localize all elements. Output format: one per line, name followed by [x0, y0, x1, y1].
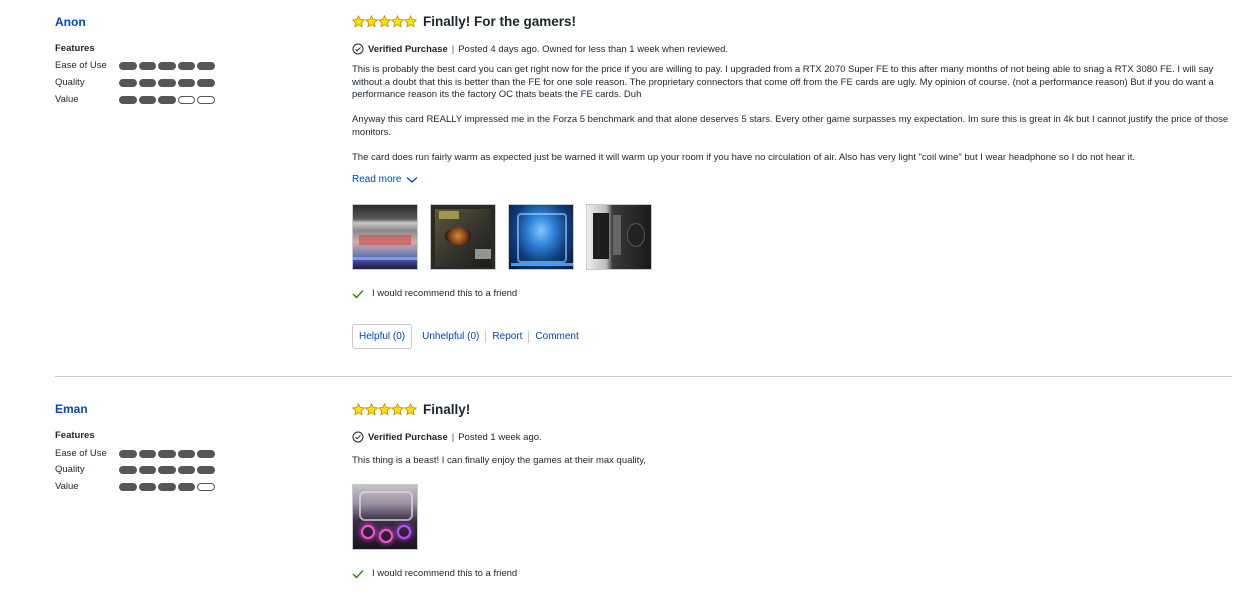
checkmark-icon: [352, 289, 364, 299]
star-icon: [404, 403, 417, 416]
read-more-link[interactable]: Read more: [352, 174, 418, 185]
reviewer-name[interactable]: Eman: [55, 402, 88, 416]
star-rating: [352, 15, 417, 28]
rating-bar: [119, 483, 215, 491]
review-paragraph: This is probably the best card you can g…: [352, 64, 1214, 100]
rating-bar: [119, 450, 215, 458]
review-photos: [352, 204, 652, 270]
check-circle-icon: [352, 431, 364, 443]
rating-bar: [119, 466, 215, 474]
review-paragraph: Anyway this card REALLY impressed me in …: [352, 114, 1229, 138]
review-actions: Helpful (0) Unhelpful (0) Report Comment: [352, 324, 585, 349]
review-heading: Finally!: [352, 402, 470, 417]
star-icon: [365, 403, 378, 416]
feature-rating-ease-of-use: Ease of Use: [55, 60, 225, 72]
comment-button[interactable]: Comment: [529, 331, 584, 342]
verified-purchase-label: Verified Purchase: [368, 431, 448, 443]
star-icon: [378, 15, 391, 28]
helpful-button[interactable]: Helpful (0): [352, 324, 413, 349]
report-button[interactable]: Report: [486, 331, 528, 342]
star-icon: [391, 403, 404, 416]
star-icon: [352, 403, 365, 416]
star-rating: [352, 403, 417, 416]
review-photo[interactable]: [430, 204, 496, 270]
meta-separator: |: [451, 43, 455, 55]
review-photos: [352, 484, 418, 550]
feature-label: Value: [55, 481, 79, 492]
review-body: This thing is a beast! I can finally enj…: [352, 455, 1232, 480]
feature-rating-quality: Quality: [55, 464, 225, 476]
reviewer-name[interactable]: Anon: [55, 15, 86, 29]
review-title: Finally!: [423, 402, 471, 417]
unhelpful-button[interactable]: Unhelpful (0): [416, 331, 485, 342]
chevron-down-icon: [407, 176, 418, 183]
review-divider: [55, 376, 1232, 377]
features-heading: Features: [55, 43, 95, 54]
features-heading: Features: [55, 430, 95, 441]
recommend-text: I would recommend this to a friend: [372, 568, 518, 579]
review-heading: Finally! For the gamers!: [352, 14, 576, 29]
recommendation: I would recommend this to a friend: [352, 288, 517, 299]
recommendation: I would recommend this to a friend: [352, 568, 517, 579]
review-title: Finally! For the gamers!: [423, 14, 577, 29]
read-more-label: Read more: [352, 174, 402, 185]
feature-rating-quality: Quality: [55, 77, 225, 89]
review-card: Anon Features Ease of Use Quality Value …: [0, 0, 1259, 377]
review-photo[interactable]: [508, 204, 574, 270]
checkmark-icon: [352, 569, 364, 579]
review-body: This is probably the best card you can g…: [352, 64, 1232, 172]
star-icon: [404, 15, 417, 28]
feature-label: Value: [55, 94, 79, 105]
recommend-text: I would recommend this to a friend: [372, 288, 518, 299]
review-meta: Verified Purchase | Posted 1 week ago.: [352, 431, 542, 443]
feature-label: Ease of Use: [55, 448, 107, 459]
feature-label: Ease of Use: [55, 60, 107, 71]
review-photo[interactable]: [586, 204, 652, 270]
star-icon: [378, 403, 391, 416]
meta-separator: |: [451, 431, 455, 443]
feature-label: Quality: [55, 77, 85, 88]
star-icon: [352, 15, 365, 28]
posted-date: Posted 1 week ago.: [458, 431, 542, 443]
rating-bar: [119, 62, 215, 70]
review-photo[interactable]: [352, 484, 418, 550]
verified-purchase-label: Verified Purchase: [368, 43, 448, 55]
check-circle-icon: [352, 43, 364, 55]
review-paragraph: This thing is a beast! I can finally enj…: [352, 455, 646, 466]
text-fade: [352, 160, 1232, 172]
star-icon: [365, 15, 378, 28]
feature-rating-value: Value: [55, 94, 225, 106]
review-meta: Verified Purchase | Posted 4 days ago. O…: [352, 43, 728, 55]
review-photo[interactable]: [352, 204, 418, 270]
rating-bar: [119, 79, 215, 87]
feature-rating-ease-of-use: Ease of Use: [55, 448, 225, 460]
review-card: Eman Features Ease of Use Quality Value …: [0, 378, 1259, 595]
posted-date: Posted 4 days ago. Owned for less than 1…: [458, 43, 729, 55]
star-icon: [391, 15, 404, 28]
feature-label: Quality: [55, 464, 85, 475]
feature-rating-value: Value: [55, 481, 225, 493]
rating-bar: [119, 96, 215, 104]
